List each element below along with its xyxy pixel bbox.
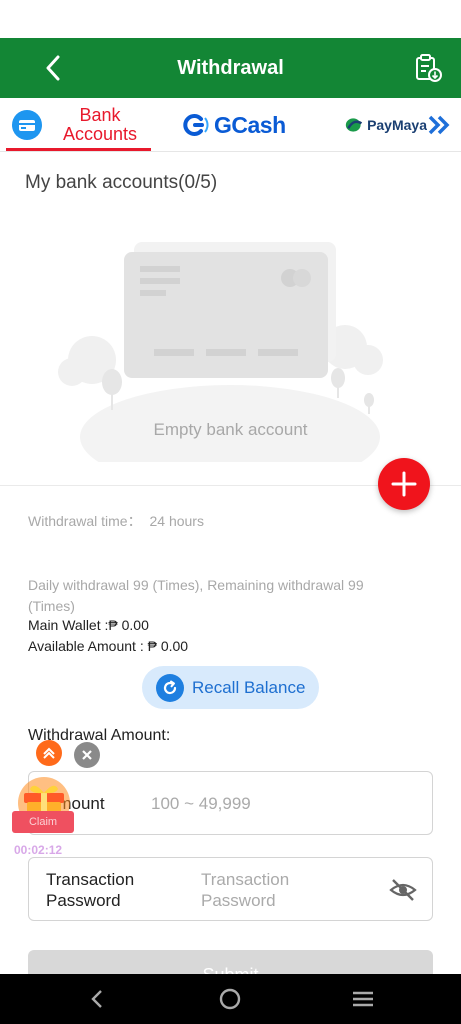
plus-icon [391, 471, 417, 497]
active-tab-indicator [6, 148, 151, 151]
eye-off-icon[interactable] [389, 878, 417, 902]
paymaya-logo-icon [345, 118, 363, 132]
promo-timer: 00:02:12 [14, 843, 63, 857]
recall-balance-button[interactable]: Recall Balance [142, 666, 319, 709]
main-wallet-balance: Main Wallet :₱ 0.00 [28, 617, 149, 633]
nav-menu-icon [353, 991, 373, 1007]
tab-bank-accounts[interactable]: Bank Accounts [6, 98, 151, 152]
double-chevron-right-icon [428, 115, 450, 135]
available-amount: Available Amount : ₱ 0.00 [28, 638, 189, 654]
nav-back-button[interactable] [72, 974, 122, 1024]
refresh-icon [156, 673, 184, 702]
amount-input[interactable] [151, 782, 411, 826]
double-chevron-up-icon [43, 747, 55, 759]
bank-card-icon [12, 110, 42, 140]
paymaya-label: PayMaya [367, 117, 427, 133]
system-navigation-bar [0, 974, 461, 1024]
tabs-scroll-more-button[interactable] [424, 98, 454, 152]
status-bar [0, 0, 461, 38]
tab-gcash[interactable]: GCash [180, 98, 295, 152]
daily-withdrawal-limit: Daily withdrawal 99 (Times), Remaining w… [28, 577, 364, 614]
transaction-password-label: Transaction Password [46, 870, 135, 910]
header-bar: Withdrawal [0, 38, 461, 98]
tab-paymaya[interactable]: PayMaya [345, 98, 427, 152]
empty-state-text: Empty bank account [153, 420, 308, 439]
clipboard-download-icon [416, 54, 442, 82]
close-icon [82, 750, 92, 760]
tab-bank-accounts-label: Bank Accounts [62, 105, 138, 144]
amount-field: Amount [28, 771, 433, 835]
gcash-label: GCash [214, 111, 286, 138]
withdrawal-time-value: 24 hours [149, 513, 204, 529]
payment-method-tabs: Bank Accounts GCash PayMaya [0, 98, 461, 152]
claim-button[interactable]: Claim [12, 811, 74, 833]
recall-balance-label: Recall Balance [192, 677, 306, 697]
nav-back-icon [91, 990, 102, 1008]
page-title: Withdrawal [177, 57, 284, 79]
floating-expand-button[interactable] [36, 740, 62, 766]
withdrawal-record-button[interactable] [410, 50, 446, 86]
add-bank-account-button[interactable] [378, 458, 430, 510]
transaction-password-field: Transaction Password Transaction Passwor… [28, 857, 433, 921]
nav-home-button[interactable] [205, 974, 255, 1024]
transaction-password-input[interactable] [201, 868, 401, 912]
floating-close-button[interactable] [74, 742, 100, 768]
withdrawal-time-label: Withdrawal time： [28, 513, 142, 529]
nav-recents-button[interactable] [338, 974, 388, 1024]
gcash-logo-icon [183, 114, 209, 136]
bank-accounts-title: My bank accounts(0/5) [25, 172, 218, 193]
withdrawal-time: Withdrawal time： 24 hours [28, 511, 204, 531]
nav-home-icon [219, 988, 241, 1010]
